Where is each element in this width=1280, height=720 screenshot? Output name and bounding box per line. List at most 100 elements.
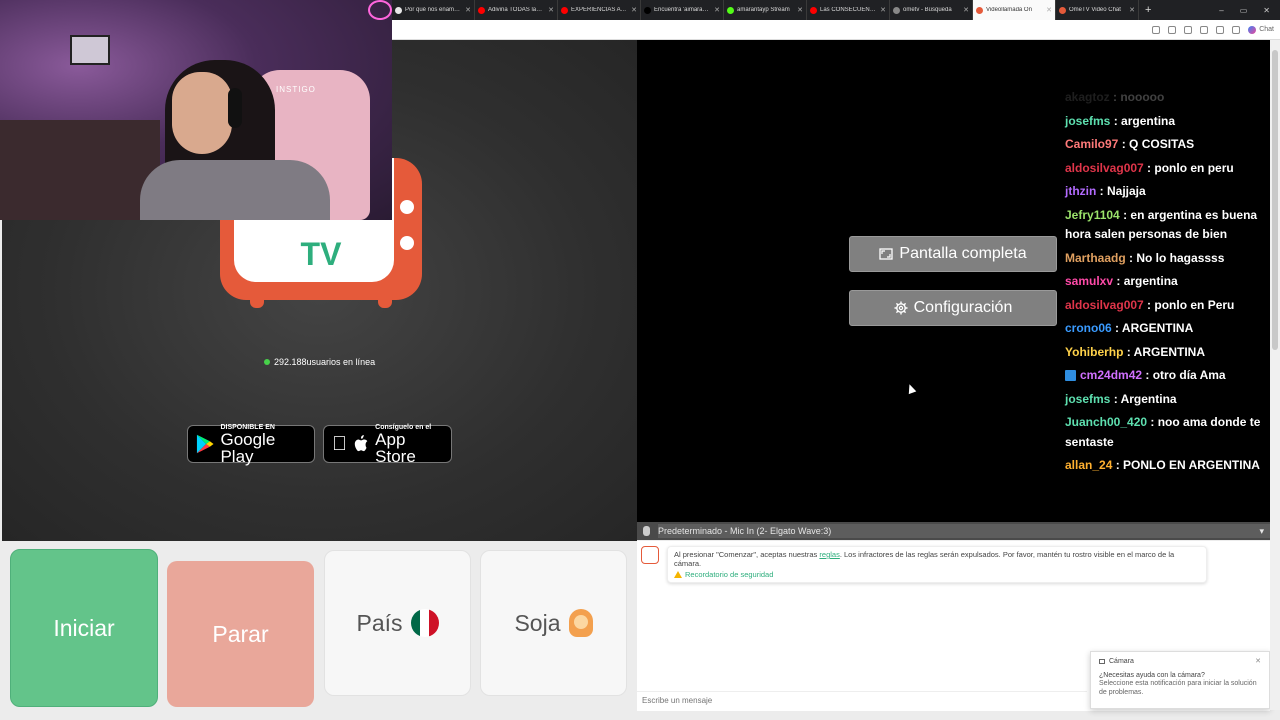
favorites-icon[interactable]	[1200, 25, 1209, 34]
chat-username[interactable]: Camilo97	[1065, 137, 1118, 151]
tab-favicon-icon	[976, 6, 983, 14]
chat-text: : Argentina	[1110, 391, 1177, 406]
chat-text: : No lo hagassss	[1125, 250, 1225, 265]
chat-text: : otro día Ama	[1142, 368, 1226, 382]
tab-favicon-icon	[478, 6, 485, 14]
chat-username[interactable]: allan_24	[1065, 458, 1112, 472]
chat-username[interactable]: josefms	[1065, 114, 1110, 128]
chat-text: : Q COSITAS	[1118, 137, 1195, 151]
rules-link[interactable]: reglas	[819, 550, 839, 559]
chat-message: jthzin : Najjaja	[1062, 180, 1270, 204]
browser-tab[interactable]: OmeTV Video Chat ✕	[1056, 0, 1139, 20]
chat-message: Jefry1104 : en argentina es buena hora s…	[1062, 204, 1270, 247]
country-button[interactable]: País	[324, 550, 471, 696]
gear-icon	[894, 301, 908, 315]
online-users-count: 292.188usuarios en línea	[264, 357, 375, 367]
browser-tab[interactable]: EXPERIENCIAS ATERR✕	[558, 0, 641, 20]
logo-text: TV	[300, 236, 342, 272]
chat-username[interactable]: aldosilvag007	[1065, 161, 1144, 175]
app-store-badge[interactable]:  Consíguelo en el App Store	[323, 424, 452, 465]
browser-tab[interactable]: Las CONSECUENCIAS✕	[807, 0, 890, 20]
safety-reminder[interactable]: Recordatorio de seguridad	[674, 570, 1200, 579]
browser-tab[interactable]: Videollamada On ✕	[973, 0, 1056, 20]
page-scrollbar[interactable]	[1270, 40, 1280, 710]
chat-message: josefms : argentina	[1062, 110, 1270, 134]
browser-tab[interactable]: amarantayp Stream ✕	[724, 0, 807, 20]
chat-text: : ARGENTINA	[1123, 344, 1206, 359]
browser-tab[interactable]: Encuentra 'aimarant' c ✕	[641, 0, 724, 20]
browser-tab-strip: Por qué nos enamora ✕ Adivina TODAS las Ba…	[392, 0, 1280, 20]
tab-close-icon[interactable]: ✕	[797, 6, 803, 14]
mouse-cursor-icon	[905, 382, 917, 395]
chat-username[interactable]: jthzin	[1065, 184, 1096, 198]
chat-username[interactable]: crono06	[1065, 321, 1112, 335]
streamer-webcam: INSTIGO	[0, 0, 392, 220]
zoom-icon[interactable]	[1168, 25, 1177, 34]
stop-button[interactable]: Parar	[167, 561, 314, 707]
window-controls: – ▭ ✕	[1219, 6, 1280, 15]
chat-username[interactable]: Marthaadg	[1065, 251, 1126, 265]
browser-tab[interactable]: Por qué nos enamora ✕	[392, 0, 475, 20]
settings-button[interactable]: Configuración	[849, 290, 1057, 326]
logo-knob	[400, 236, 414, 250]
google-play-badge[interactable]: DISPONIBLE EN Google Play	[187, 424, 315, 465]
chat-username[interactable]: samulxv	[1065, 274, 1113, 288]
tab-close-icon[interactable]: ✕	[880, 6, 886, 14]
tab-close-icon[interactable]: ✕	[1129, 6, 1135, 14]
shelf	[0, 120, 160, 220]
message-input[interactable]	[637, 691, 1087, 709]
profile-icon[interactable]	[1232, 25, 1241, 34]
collections-icon[interactable]	[1216, 25, 1225, 34]
gender-button[interactable]: Soja	[480, 550, 627, 696]
browser-tab[interactable]: ometv - Búsqueda ✕	[890, 0, 973, 20]
chevron-down-icon: ▾	[1259, 525, 1264, 536]
tab-close-icon[interactable]: ✕	[631, 6, 637, 14]
window-close-icon[interactable]: ✕	[1263, 6, 1270, 15]
tab-favicon-icon	[395, 6, 402, 14]
minimize-icon[interactable]: –	[1219, 6, 1223, 15]
chat-username[interactable]: Juanch00_420	[1065, 415, 1147, 429]
chat-message: aldosilvag007 : ponlo en peru	[1062, 157, 1270, 181]
fullscreen-button[interactable]: Pantalla completa	[849, 236, 1057, 272]
start-label: Iniciar	[53, 614, 115, 641]
mic-device-label: Predeterminado - Mic In (2- Elgato Wave:…	[658, 526, 832, 536]
extensions-icon[interactable]	[1152, 25, 1161, 34]
chat-message: cm24dm42 : otro día Ama	[1062, 364, 1270, 388]
camera-notification[interactable]: Cámara ✕ ¿Necesitas ayuda con la cámara?…	[1090, 651, 1270, 709]
headset-icon	[228, 88, 242, 128]
tab-actions-icon[interactable]	[1184, 25, 1193, 34]
chat-username[interactable]: aldosilvag007	[1065, 298, 1144, 312]
tab-favicon-icon	[810, 6, 817, 14]
chat-username[interactable]: akagtoz	[1065, 90, 1110, 104]
google-play-icon	[196, 434, 214, 454]
tab-close-icon[interactable]: ✕	[963, 6, 969, 14]
new-tab-button[interactable]: +	[1139, 4, 1157, 16]
browser-tab[interactable]: Adivina TODAS las Ba ✕	[475, 0, 558, 20]
tab-close-icon[interactable]: ✕	[465, 6, 471, 14]
mic-selector[interactable]: Predeterminado - Mic In (2- Elgato Wave:…	[637, 522, 1270, 540]
chat-text: : Najjaja	[1096, 184, 1146, 198]
chat-username[interactable]: josefms	[1065, 392, 1110, 406]
chat-message: Yohiberhp : ARGENTINA	[1062, 341, 1270, 365]
microphone-icon	[643, 526, 650, 536]
chat-username[interactable]: Yohiberhp	[1065, 345, 1123, 359]
tab-close-icon[interactable]: ✕	[1046, 6, 1052, 14]
chat-username[interactable]: Jefry1104	[1065, 208, 1120, 222]
scrollbar-thumb[interactable]	[1272, 50, 1278, 350]
copilot-button[interactable]: Chat	[1248, 25, 1274, 34]
maximize-icon[interactable]: ▭	[1240, 6, 1248, 15]
logo-leg	[378, 298, 392, 308]
chat-text: : PONLO EN ARGENTINA	[1112, 458, 1260, 472]
tab-close-icon[interactable]: ✕	[714, 6, 720, 14]
ometv-avatar-icon	[641, 546, 659, 564]
chat-message: josefms : Argentina	[1062, 388, 1270, 412]
safety-reminder-link[interactable]: Recordatorio de seguridad	[685, 570, 773, 579]
chat-username[interactable]: cm24dm42	[1080, 368, 1142, 382]
camera-icon	[1099, 658, 1105, 664]
mic-dropdown[interactable]: Predeterminado - Mic In (2- Elgato Wave:…	[658, 524, 1270, 538]
tab-label: Videollamada On	[986, 7, 1032, 13]
app-store-text: Consíguelo en el App Store	[375, 424, 443, 465]
start-button[interactable]: Iniciar	[10, 549, 158, 707]
tab-close-icon[interactable]: ✕	[548, 6, 554, 14]
close-icon[interactable]: ✕	[1255, 657, 1261, 665]
